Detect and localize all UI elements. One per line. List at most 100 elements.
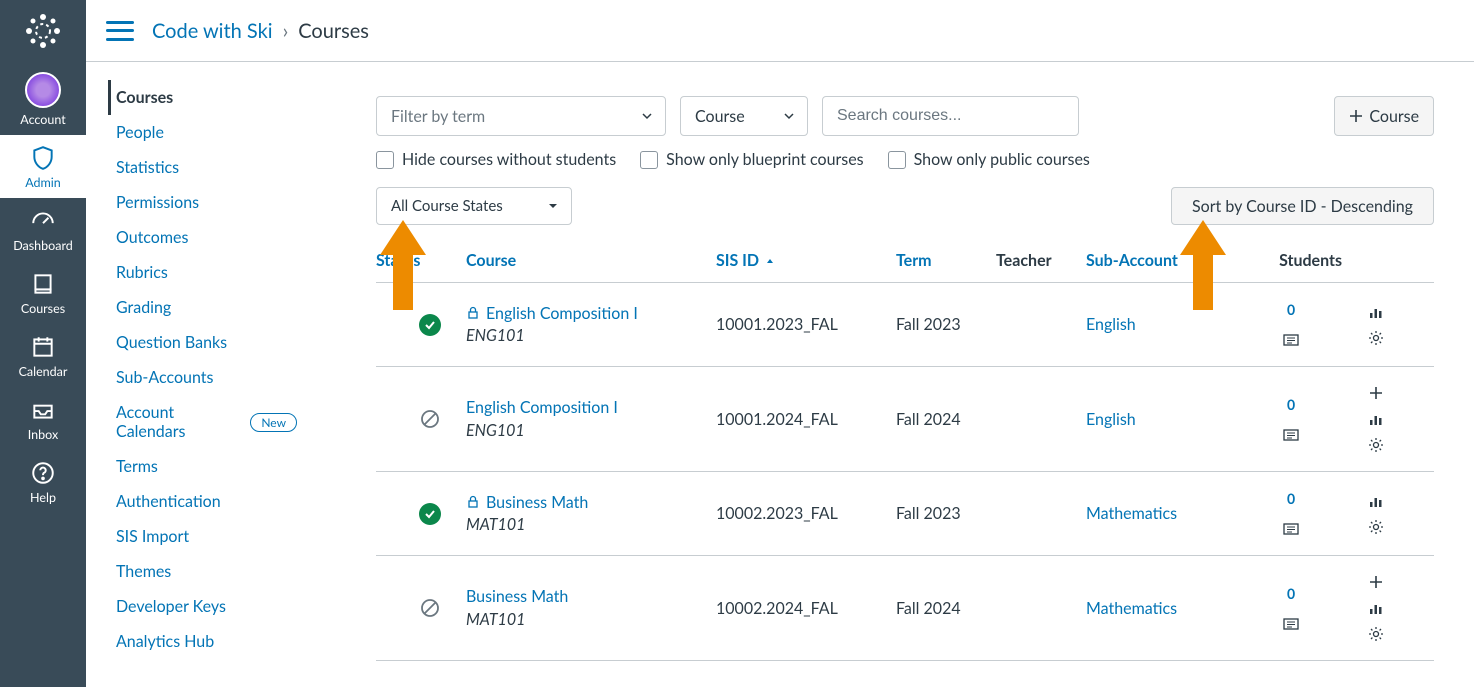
subaccount-link[interactable]: English [1086, 315, 1136, 334]
settings-icon[interactable] [1368, 330, 1384, 346]
breadcrumb-root-link[interactable]: Code with Ski [152, 19, 273, 43]
term: Fall 2024 [896, 410, 996, 429]
sidebar-item-account-calendars[interactable]: Account CalendarsNew [108, 395, 305, 449]
filter-row: Filter by term Course Course [376, 96, 1434, 136]
nav-label-account: Account [20, 112, 65, 127]
sidebar-item-label: Rubrics [116, 263, 168, 282]
lock-icon [466, 495, 480, 509]
sidebar-item-themes[interactable]: Themes [108, 554, 305, 589]
students-count-link[interactable]: 0 [1287, 396, 1295, 413]
sidebar-item-analytics-hub[interactable]: Analytics Hub [108, 624, 305, 659]
sidebar-item-authentication[interactable]: Authentication [108, 484, 305, 519]
sidebar-item-sub-accounts[interactable]: Sub-Accounts [108, 360, 305, 395]
subaccount-cell: Mathematics [1086, 504, 1236, 523]
nav-admin[interactable]: Admin [0, 135, 86, 198]
sidebar-item-label: Question Banks [116, 333, 227, 352]
settings-icon[interactable] [1368, 437, 1384, 453]
only-public-checkbox[interactable]: Show only public courses [888, 150, 1090, 169]
filter-term-select[interactable]: Filter by term [376, 96, 666, 136]
sidebar-item-permissions[interactable]: Permissions [108, 185, 305, 220]
stats-icon[interactable] [1368, 493, 1384, 509]
sidebar-item-statistics[interactable]: Statistics [108, 150, 305, 185]
sub-nav-scroll[interactable]: Courses People Statistics PermissionsOutcom… [100, 70, 305, 687]
actions-cell [1346, 493, 1406, 535]
check-label: Show only blueprint courses [666, 150, 863, 169]
hamburger-menu-icon[interactable] [106, 21, 134, 41]
actions-cell [1346, 304, 1406, 346]
canvas-logo-icon[interactable] [20, 8, 66, 54]
add-course-button[interactable]: Course [1334, 96, 1434, 136]
course-state-select[interactable]: All Course States [376, 187, 572, 225]
blueprint-icon[interactable] [1283, 332, 1299, 348]
nav-label-courses: Courses [21, 301, 65, 316]
subaccount-link[interactable]: Mathematics [1086, 599, 1177, 618]
search-input[interactable] [822, 96, 1079, 136]
stats-icon[interactable] [1368, 304, 1384, 320]
col-students[interactable]: Students [1236, 251, 1346, 270]
sidebar-item-terms[interactable]: Terms [108, 449, 305, 484]
settings-icon[interactable] [1368, 626, 1384, 642]
status-cell [376, 503, 466, 525]
course-link[interactable]: English Composition I [466, 398, 716, 419]
nav-calendar[interactable]: Calendar [0, 324, 86, 387]
students-count-link[interactable]: 0 [1287, 301, 1295, 318]
col-course[interactable]: Course [466, 251, 716, 270]
sidebar-item-rubrics[interactable]: Rubrics [108, 255, 305, 290]
subaccount-link[interactable]: English [1086, 410, 1136, 429]
sidebar-item-grading[interactable]: Grading [108, 290, 305, 325]
sidebar-item-label: Authentication [116, 492, 221, 511]
nav-help[interactable]: Help [0, 450, 86, 513]
settings-icon[interactable] [1368, 519, 1384, 535]
course-link[interactable]: English Composition I [466, 304, 716, 325]
sidebar-item-label: Grading [116, 298, 171, 317]
sidebar-item-courses[interactable]: Courses [108, 80, 305, 115]
filter-type-select[interactable]: Course [680, 96, 808, 136]
col-teacher[interactable]: Teacher [996, 251, 1086, 270]
help-icon [30, 460, 56, 486]
nav-account[interactable]: Account [0, 62, 86, 135]
new-badge: New [250, 413, 297, 432]
lock-icon [466, 306, 480, 320]
stats-icon[interactable] [1368, 600, 1384, 616]
col-term[interactable]: Term [896, 251, 996, 270]
sidebar-item-label: People [116, 123, 164, 142]
course-link[interactable]: Business Math [466, 587, 716, 608]
sidebar-item-sis-import[interactable]: SIS Import [108, 519, 305, 554]
sidebar-item-outcomes[interactable]: Outcomes [108, 220, 305, 255]
sort-asc-icon [765, 256, 775, 266]
blueprint-icon[interactable] [1283, 427, 1299, 443]
blueprint-icon[interactable] [1283, 616, 1299, 632]
hide-without-students-checkbox[interactable]: Hide courses without students [376, 150, 616, 169]
term: Fall 2024 [896, 599, 996, 618]
nav-inbox[interactable]: Inbox [0, 387, 86, 450]
course-cell: English Composition IENG101 [466, 304, 716, 346]
sidebar-item-people[interactable]: People [108, 115, 305, 150]
stats-icon[interactable] [1368, 411, 1384, 427]
published-icon [419, 314, 441, 336]
nav-courses[interactable]: Courses [0, 261, 86, 324]
nav-label-admin: Admin [25, 175, 61, 190]
sort-button[interactable]: Sort by Course ID - Descending [1171, 187, 1434, 225]
only-blueprint-checkbox[interactable]: Show only blueprint courses [640, 150, 863, 169]
course-link[interactable]: Business Math [466, 493, 716, 514]
add-icon[interactable] [1368, 574, 1384, 590]
chevron-down-icon [783, 110, 795, 122]
subaccount-cell: English [1086, 410, 1236, 429]
status-cell [376, 408, 466, 430]
nav-dashboard[interactable]: Dashboard [0, 198, 86, 261]
students-count-link[interactable]: 0 [1287, 585, 1295, 602]
add-icon[interactable] [1368, 385, 1384, 401]
col-sisid[interactable]: SIS ID [716, 251, 896, 270]
subaccount-link[interactable]: Mathematics [1086, 504, 1177, 523]
col-subaccount[interactable]: Sub-Account [1086, 251, 1236, 270]
table-row: Business MathMAT10110002.2023_FALFall 20… [376, 472, 1434, 556]
sidebar-item-developer-keys[interactable]: Developer Keys [108, 589, 305, 624]
students-count-link[interactable]: 0 [1287, 490, 1295, 507]
sidebar-item-label: Terms [116, 457, 158, 476]
top-bar: Code with Ski › Courses [86, 0, 1474, 62]
col-status[interactable]: Status [376, 251, 466, 270]
sidebar-item-question-banks[interactable]: Question Banks [108, 325, 305, 360]
blueprint-icon[interactable] [1283, 521, 1299, 537]
sidebar-item-label: Statistics [116, 158, 179, 177]
col-label: Status [376, 251, 420, 270]
